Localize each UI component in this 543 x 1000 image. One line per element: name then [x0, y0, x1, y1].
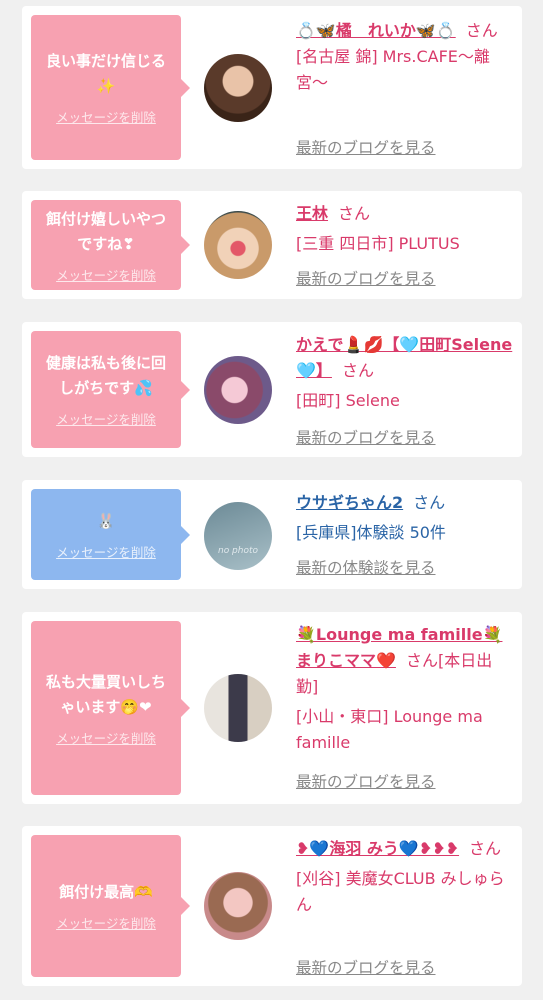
- avatar[interactable]: [204, 54, 272, 122]
- message-text: 🐰: [96, 511, 116, 530]
- shop-info: [三重 四日市] PLUTUS: [296, 234, 460, 253]
- shop-info: [田町] Selene: [296, 391, 400, 410]
- latest-blog-link[interactable]: 最新のブログを見る: [296, 770, 436, 792]
- message-bubble: 餌付け嬉しいやつですね❣ メッセージを削除: [31, 200, 190, 290]
- sender-name-link[interactable]: 王林: [296, 204, 328, 223]
- honorific: さん: [341, 361, 374, 380]
- message-text: 良い事だけ信じる✨: [45, 52, 166, 95]
- message-card: 🐰 メッセージを削除 no photo ウサギちゃん2 さん [兵庫県]体験談 5…: [22, 480, 522, 589]
- sender-name-link[interactable]: かえで💄💋【🩵田町Selene🩵】: [296, 335, 512, 380]
- message-text: 餌付け最高🫶: [59, 883, 153, 901]
- latest-blog-link[interactable]: 最新のブログを見る: [296, 136, 436, 158]
- avatar[interactable]: [204, 674, 272, 742]
- message-card: 健康は私も後に回しがちです💦 メッセージを削除 かえで💄💋【🩵田町Selene🩵…: [22, 322, 522, 457]
- delete-message-link[interactable]: メッセージを削除: [56, 728, 156, 747]
- honorific: さん: [465, 21, 498, 40]
- message-card: 良い事だけ信じる✨ メッセージを削除 💍🦋橘 れいか🦋💍 さん [名古屋 錦] M…: [22, 6, 522, 169]
- delete-message-link[interactable]: メッセージを削除: [56, 913, 156, 932]
- sender-name-link[interactable]: 💍🦋橘 れいか🦋💍: [296, 21, 456, 40]
- avatar[interactable]: [204, 211, 272, 279]
- honorific: さん: [413, 493, 446, 512]
- shop-info: [小山・東口] Lounge ma famille: [296, 707, 483, 752]
- message-bubble: 私も大量買いしちゃいます🤭❤ メッセージを削除: [31, 621, 190, 795]
- message-text: 私も大量買いしちゃいます🤭❤: [45, 672, 166, 716]
- message-bubble: 餌付け最高🫶 メッセージを削除: [31, 835, 190, 977]
- message-bubble: 良い事だけ信じる✨ メッセージを削除: [31, 15, 190, 160]
- shop-info: [名古屋 錦] Mrs.CAFE〜離宮〜: [296, 47, 490, 92]
- avatar[interactable]: [204, 356, 272, 424]
- message-text: 餌付け嬉しいやつですね❣: [45, 209, 166, 253]
- delete-message-link[interactable]: メッセージを削除: [56, 265, 156, 284]
- avatar[interactable]: [204, 872, 272, 940]
- sender-name-link[interactable]: ウサギちゃん2: [296, 493, 403, 512]
- avatar-placeholder-text: no photo: [217, 546, 259, 556]
- message-text: 健康は私も後に回しがちです💦: [45, 354, 166, 397]
- message-bubble: 健康は私も後に回しがちです💦 メッセージを削除: [31, 331, 190, 448]
- message-card: 餌付け嬉しいやつですね❣ メッセージを削除 王林 さん [三重 四日市] PLUT…: [22, 191, 522, 299]
- latest-blog-link[interactable]: 最新のブログを見る: [296, 426, 436, 448]
- delete-message-link[interactable]: メッセージを削除: [56, 409, 156, 428]
- message-bubble: 🐰 メッセージを削除: [31, 489, 190, 580]
- honorific: さん: [338, 204, 371, 223]
- shop-info: [兵庫県]体験談 50件: [296, 523, 446, 542]
- latest-review-link[interactable]: 最新の体験談を見る: [296, 556, 436, 578]
- honorific: さん: [405, 651, 438, 670]
- latest-blog-link[interactable]: 最新のブログを見る: [296, 267, 436, 289]
- sender-name-link[interactable]: ❥💙海羽 みう💙❥❥❥: [296, 839, 459, 858]
- honorific: さん: [469, 839, 502, 858]
- latest-blog-link[interactable]: 最新のブログを見る: [296, 956, 436, 978]
- message-card: 私も大量買いしちゃいます🤭❤ メッセージを削除 💐Lounge ma famil…: [22, 612, 522, 804]
- message-card: 餌付け最高🫶 メッセージを削除 ❥💙海羽 みう💙❥❥❥ さん [刈谷] 美魔女CL…: [22, 826, 522, 986]
- delete-message-link[interactable]: メッセージを削除: [56, 107, 156, 126]
- avatar[interactable]: no photo: [204, 502, 272, 570]
- shop-info: [刈谷] 美魔女CLUB みしゅらん: [296, 869, 505, 914]
- delete-message-link[interactable]: メッセージを削除: [56, 542, 156, 561]
